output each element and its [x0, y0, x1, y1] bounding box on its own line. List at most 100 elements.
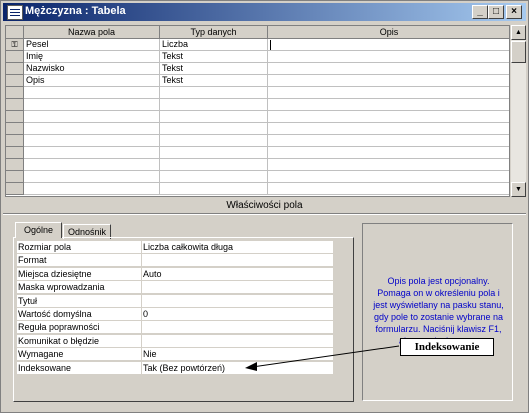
cell-data-type[interactable]: Liczba [160, 39, 268, 51]
cell-field-name[interactable]: Opis [24, 75, 160, 87]
property-row[interactable]: Reguła poprawności [17, 321, 333, 335]
cell-description[interactable] [268, 75, 509, 87]
property-row[interactable]: Komunikat o błędzie [17, 334, 333, 348]
cell-field-name[interactable]: Pesel [24, 39, 160, 51]
cell-field-name[interactable] [24, 111, 160, 123]
cell-field-name[interactable] [24, 135, 160, 147]
cell-description[interactable] [268, 111, 509, 123]
cell-field-name[interactable] [24, 147, 160, 159]
cell-data-type[interactable] [160, 99, 268, 111]
cell-description[interactable] [268, 123, 509, 135]
cell-field-name[interactable] [24, 87, 160, 99]
property-row[interactable]: Maska wprowadzania [17, 281, 333, 295]
table-row[interactable]: Opis Tekst [6, 75, 509, 87]
property-row[interactable]: Wartość domyślna 0 [17, 308, 333, 321]
property-value[interactable] [142, 334, 333, 348]
cell-field-name[interactable] [24, 159, 160, 171]
scroll-thumb[interactable] [511, 41, 526, 63]
cell-description[interactable] [268, 135, 509, 147]
row-selector[interactable] [6, 135, 24, 147]
cell-data-type[interactable] [160, 123, 268, 135]
cell-data-type[interactable]: Tekst [160, 51, 268, 63]
cell-description[interactable] [268, 87, 509, 99]
table-row[interactable] [6, 135, 509, 147]
cell-data-type[interactable]: Tekst [160, 75, 268, 87]
cell-description[interactable] [268, 51, 509, 63]
table-icon[interactable] [7, 5, 23, 20]
property-row[interactable]: Tytuł [17, 294, 333, 308]
property-row[interactable]: Rozmiar pola Liczba całkowita długa [17, 241, 333, 254]
property-value[interactable]: 0 [142, 308, 333, 321]
cell-data-type[interactable] [160, 159, 268, 171]
table-row[interactable] [6, 183, 509, 195]
cell-field-name[interactable] [24, 99, 160, 111]
property-value[interactable] [142, 294, 333, 308]
cell-field-name[interactable]: Nazwisko [24, 63, 160, 75]
cell-data-type[interactable] [160, 111, 268, 123]
property-value[interactable]: Tak (Bez powtórzeń) [142, 361, 333, 375]
property-value[interactable] [142, 321, 333, 335]
cell-data-type[interactable] [160, 147, 268, 159]
cell-description[interactable] [268, 99, 509, 111]
column-header-description[interactable]: Opis [268, 26, 509, 39]
cell-description[interactable] [268, 63, 509, 75]
table-row[interactable]: ⚿ Pesel Liczba [6, 39, 509, 51]
row-selector[interactable] [6, 63, 24, 75]
minimize-button[interactable]: _ [472, 5, 488, 19]
cell-description[interactable] [268, 171, 509, 183]
cell-data-type[interactable] [160, 135, 268, 147]
cell-description[interactable] [268, 39, 509, 51]
maximize-button[interactable]: □ [488, 5, 504, 19]
scroll-up-icon[interactable]: ▲ [511, 25, 526, 40]
row-selector[interactable] [6, 123, 24, 135]
table-row[interactable] [6, 87, 509, 99]
cell-data-type[interactable]: Tekst [160, 63, 268, 75]
table-row[interactable] [6, 147, 509, 159]
cell-data-type[interactable] [160, 171, 268, 183]
scroll-down-icon[interactable]: ▼ [511, 182, 526, 197]
cell-field-name[interactable] [24, 123, 160, 135]
column-header-field-name[interactable]: Nazwa pola [24, 26, 160, 39]
table-row[interactable] [6, 99, 509, 111]
cell-data-type[interactable] [160, 87, 268, 99]
row-selector[interactable] [6, 147, 24, 159]
cell-data-type[interactable] [160, 183, 268, 195]
property-row[interactable]: Indeksowane Tak (Bez powtórzeń) [17, 361, 333, 375]
cell-field-name[interactable]: Imię [24, 51, 160, 63]
property-value[interactable]: Auto [142, 267, 333, 281]
row-selector[interactable] [6, 51, 24, 63]
row-selector[interactable] [6, 159, 24, 171]
row-selector[interactable] [6, 111, 24, 123]
title-bar[interactable]: Mężczyzna : Tabela _ □ × [3, 3, 526, 21]
primary-key-icon[interactable]: ⚿ [6, 39, 24, 51]
tab-general[interactable]: Ogólne [15, 222, 62, 238]
row-selector[interactable] [6, 75, 24, 87]
cell-field-name[interactable] [24, 171, 160, 183]
grid-scrollbar[interactable]: ▲ ▼ [511, 25, 526, 197]
property-row[interactable]: Miejsca dziesiętne Auto [17, 267, 333, 281]
property-row[interactable]: Format [17, 254, 333, 268]
table-row[interactable]: Nazwisko Tekst [6, 63, 509, 75]
cell-field-name[interactable] [24, 183, 160, 195]
row-selector[interactable] [6, 171, 24, 183]
cell-description[interactable] [268, 183, 509, 195]
property-row[interactable]: Wymagane Nie [17, 348, 333, 362]
table-design-window: Mężczyzna : Tabela _ □ × Nazwa pola Typ … [0, 0, 529, 413]
table-row[interactable] [6, 111, 509, 123]
grid-header: Nazwa pola Typ danych Opis [6, 26, 509, 39]
row-selector[interactable] [6, 99, 24, 111]
table-row[interactable]: Imię Tekst [6, 51, 509, 63]
row-selector[interactable] [6, 183, 24, 195]
cell-description[interactable] [268, 159, 509, 171]
column-header-data-type[interactable]: Typ danych [160, 26, 268, 39]
property-value[interactable]: Nie [142, 348, 333, 362]
close-button[interactable]: × [506, 5, 522, 19]
cell-description[interactable] [268, 147, 509, 159]
row-selector[interactable] [6, 87, 24, 99]
table-row[interactable] [6, 159, 509, 171]
property-value[interactable]: Liczba całkowita długa [142, 241, 333, 254]
property-value[interactable] [142, 254, 333, 268]
table-row[interactable] [6, 123, 509, 135]
property-value[interactable] [142, 281, 333, 295]
table-row[interactable] [6, 171, 509, 183]
